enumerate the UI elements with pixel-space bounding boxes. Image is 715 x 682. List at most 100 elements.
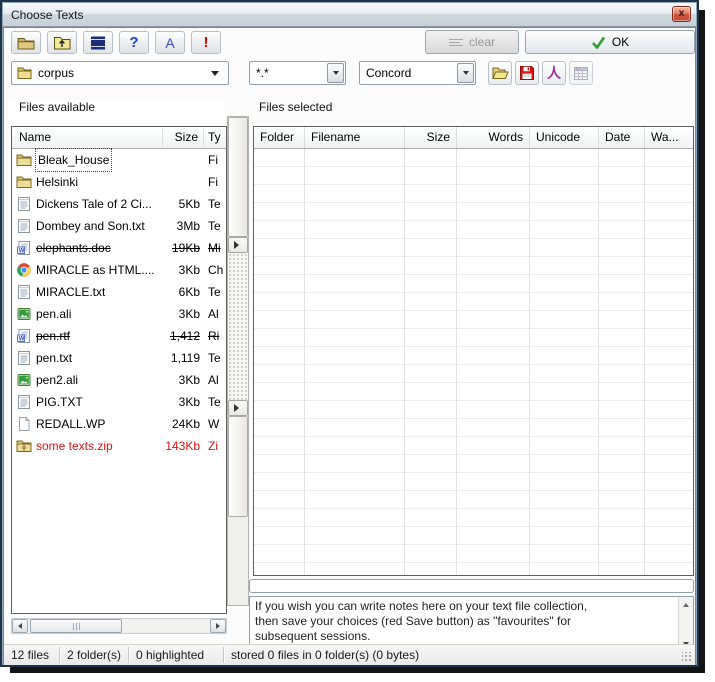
- warning-button[interactable]: !: [191, 31, 221, 54]
- file-pattern-value: *.*: [256, 62, 269, 84]
- folder-up-button[interactable]: [47, 31, 77, 54]
- files-selected-grid: [254, 149, 693, 575]
- column-header-name[interactable]: Name: [19, 127, 51, 148]
- view-button[interactable]: [83, 31, 113, 54]
- scroll-up-button[interactable]: [679, 599, 693, 611]
- combo-dropdown-button[interactable]: [457, 63, 474, 83]
- grid-column: [645, 149, 693, 575]
- text-file-icon: [16, 394, 32, 410]
- file-row[interactable]: pen2.ali 3Kb Al: [12, 369, 226, 391]
- files-available-header: Name Size Ty: [12, 127, 226, 149]
- arrow-right-icon: [216, 623, 220, 629]
- file-row[interactable]: MIRACLE.txt 6Kb Te: [12, 281, 226, 303]
- scroll-left-button[interactable]: [12, 619, 28, 633]
- svg-text:W: W: [19, 336, 25, 342]
- title-bar: Choose Texts x: [3, 3, 696, 27]
- close-button[interactable]: x: [672, 6, 691, 22]
- folder-open-icon: [492, 66, 509, 80]
- help-button[interactable]: ?: [119, 31, 149, 54]
- grid-column: [530, 149, 599, 575]
- column-header-size[interactable]: Size: [152, 127, 198, 148]
- font-button[interactable]: A: [155, 31, 185, 54]
- status-stored: stored 0 files in 0 folder(s) (0 bytes): [224, 645, 419, 665]
- combo-dropdown-button[interactable]: [327, 63, 344, 83]
- file-row[interactable]: Dickens Tale of 2 Ci... 5Kb Te: [12, 193, 226, 215]
- splitter-thumb-bottom[interactable]: [228, 416, 248, 517]
- grid-column: [305, 149, 405, 575]
- text-file-icon: [16, 218, 32, 234]
- folder-combo[interactable]: corpus: [11, 61, 229, 85]
- word-doc-icon: W: [16, 240, 32, 256]
- ok-button[interactable]: OK: [525, 30, 695, 54]
- save-icon: [519, 65, 535, 81]
- tool-combo-value: Concord: [366, 62, 411, 84]
- column-header-folder[interactable]: Folder: [254, 127, 305, 148]
- svg-text:W: W: [19, 248, 25, 254]
- person-icon: 人: [547, 63, 561, 83]
- store-file-button-top[interactable]: [228, 237, 248, 253]
- save-favourites-button[interactable]: [515, 61, 539, 85]
- file-row[interactable]: Bleak_House Fi: [12, 149, 226, 171]
- tool-combo[interactable]: Concord: [359, 61, 476, 85]
- files-available-list[interactable]: Name Size Ty Bleak_House Fi Helsinki Fi …: [11, 126, 227, 614]
- column-header-warnings[interactable]: Wa...: [645, 127, 693, 148]
- column-header-words[interactable]: Words: [457, 127, 530, 148]
- file-row[interactable]: pen.ali 3Kb Al: [12, 303, 226, 325]
- chevron-down-icon: [463, 71, 469, 75]
- clear-lines-icon: [449, 37, 463, 48]
- files-selected-table[interactable]: Folder Filename Size Words Unicode Date …: [253, 126, 694, 576]
- folder-icon: [16, 152, 32, 168]
- column-header-unicode[interactable]: Unicode: [530, 127, 599, 148]
- file-row[interactable]: pen.txt 1,119 Te: [12, 347, 226, 369]
- file-row[interactable]: Dombey and Son.txt 3Mb Te: [12, 215, 226, 237]
- column-header-filename[interactable]: Filename: [305, 127, 405, 148]
- arrow-right-icon: [234, 241, 239, 249]
- word-doc-icon: W: [16, 328, 32, 344]
- folder-closed-icon: [16, 35, 36, 51]
- chrome-html-icon: [16, 262, 32, 278]
- folder-combo-value: corpus: [38, 62, 74, 84]
- scroll-right-button[interactable]: [210, 619, 226, 633]
- status-folders: 2 folder(s): [60, 645, 121, 665]
- file-row[interactable]: some texts.zip 143Kb Zi: [12, 435, 226, 457]
- splitter-thumb-top[interactable]: [228, 117, 248, 237]
- arrow-left-icon: [18, 623, 22, 629]
- arrow-up-icon: [683, 603, 689, 607]
- window-title: Choose Texts: [11, 3, 84, 27]
- grid-column: [405, 149, 457, 575]
- file-row[interactable]: W elephants.doc 19Kb Mi: [12, 237, 226, 259]
- resize-grip[interactable]: [682, 652, 692, 662]
- files-available-label: Files available: [19, 100, 95, 114]
- choose-folder-button[interactable]: [11, 31, 41, 54]
- panel-splitter[interactable]: [227, 116, 249, 606]
- grid-column: [599, 149, 645, 575]
- file-pattern-combo[interactable]: *.*: [249, 61, 346, 85]
- file-row[interactable]: W pen.rtf 1,412 Ri: [12, 325, 226, 347]
- text-file-icon: [16, 196, 32, 212]
- folder-small-icon: [17, 66, 32, 80]
- check-icon: [591, 36, 606, 49]
- script-button[interactable]: 人: [542, 61, 566, 85]
- open-favourites-button[interactable]: [488, 61, 512, 85]
- text-file-icon: [16, 284, 32, 300]
- column-header-size[interactable]: Size: [405, 127, 457, 148]
- column-header-type[interactable]: Ty: [208, 127, 221, 148]
- file-row[interactable]: REDALL.WP 24Kb W: [12, 413, 226, 435]
- exclamation-icon: !: [204, 34, 209, 51]
- choose-texts-window: Choose Texts x ? A !: [0, 0, 699, 667]
- calendar-button[interactable]: [569, 61, 593, 85]
- notes-text[interactable]: If you wish you can write notes here on …: [255, 599, 673, 650]
- horizontal-scrollbar[interactable]: [11, 618, 227, 634]
- clear-button[interactable]: clear: [425, 30, 519, 54]
- store-file-button-bottom[interactable]: [228, 400, 248, 416]
- file-row[interactable]: PIG.TXT 3Kb Te: [12, 391, 226, 413]
- column-header-date[interactable]: Date: [599, 127, 645, 148]
- files-selected-header: Folder Filename Size Words Unicode Date …: [254, 127, 693, 149]
- ali-file-icon: [16, 306, 32, 322]
- scrollbar-thumb[interactable]: [30, 619, 122, 633]
- close-icon: x: [679, 8, 685, 19]
- note-title-input[interactable]: [249, 579, 694, 593]
- file-row[interactable]: MIRACLE as HTML.... 3Kb Ch: [12, 259, 226, 281]
- grid-column: [254, 149, 305, 575]
- file-row[interactable]: Helsinki Fi: [12, 171, 226, 193]
